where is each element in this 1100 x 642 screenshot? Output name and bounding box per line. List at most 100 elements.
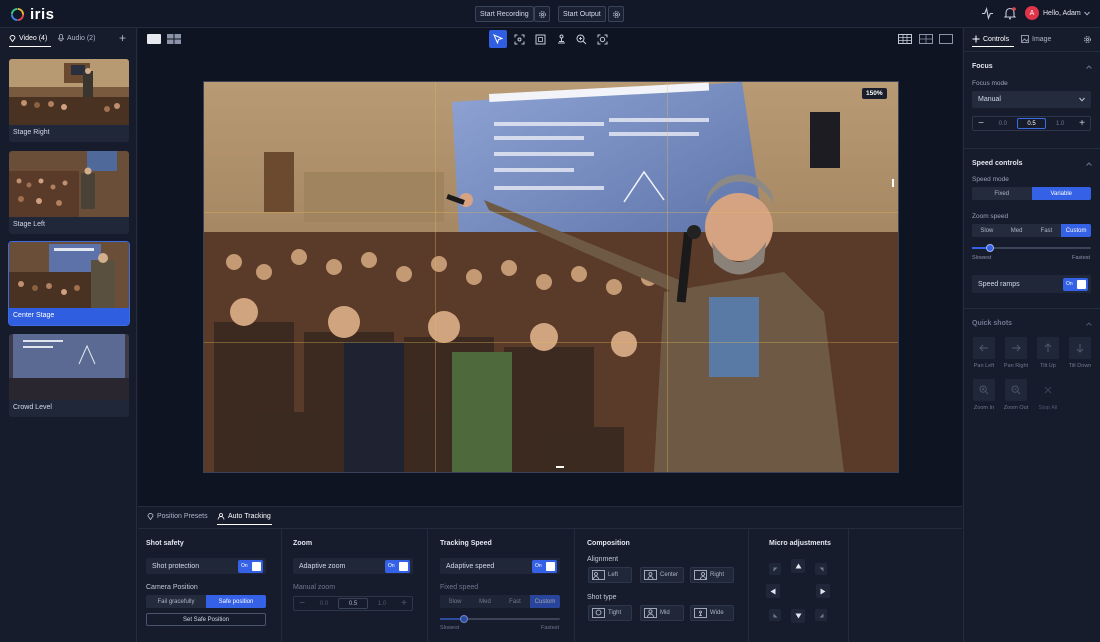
focus-decrement-button[interactable]: − — [973, 118, 989, 129]
layout-table-button[interactable] — [898, 34, 912, 44]
safe-position-option[interactable]: Safe position — [206, 595, 266, 608]
zoom-tool-button[interactable] — [572, 30, 590, 48]
focus-increment-button[interactable]: + — [1074, 118, 1090, 129]
fixed-speed-slow[interactable]: Slow — [440, 595, 470, 608]
micro-up-right-button[interactable] — [815, 563, 827, 575]
source-thumbnail-center-stage[interactable]: Center Stage — [8, 241, 130, 326]
align-center-button[interactable]: Center — [640, 567, 684, 583]
output-settings-button[interactable] — [608, 6, 624, 22]
position-tool-button[interactable] — [552, 30, 570, 48]
quick-zoom-out[interactable]: Zoom Out — [1004, 379, 1028, 411]
notifications-button[interactable] — [1004, 7, 1016, 20]
focus-mode-select[interactable]: Manual — [972, 91, 1091, 108]
slider-thumb[interactable] — [986, 244, 994, 252]
quick-stop-all[interactable]: Stop All — [1036, 379, 1060, 411]
micro-left-button[interactable] — [766, 584, 780, 598]
speed-ramps-toggle[interactable]: On — [1063, 277, 1088, 291]
source-thumbnail-stage-left[interactable]: Stage Left — [9, 151, 129, 234]
tilt-up-button[interactable] — [1037, 337, 1059, 359]
layout-single-button[interactable] — [939, 34, 953, 44]
shot-mid-button[interactable]: Mid — [640, 605, 684, 621]
toggle-on-label: On — [1066, 280, 1073, 287]
focus-value-input[interactable]: 0.5 — [1016, 118, 1047, 129]
micro-right-button[interactable] — [816, 584, 830, 598]
align-right-button[interactable]: Right — [690, 567, 734, 583]
shot-protection-toggle[interactable]: On — [238, 559, 263, 573]
adaptive-speed-toggle[interactable]: On — [532, 559, 557, 573]
chevron-up-icon[interactable] — [1086, 162, 1092, 166]
manual-zoom-increment[interactable]: + — [396, 598, 412, 609]
face-tracking-tool-button[interactable] — [593, 30, 611, 48]
speed-mode-fixed[interactable]: Fixed — [972, 187, 1032, 200]
fixed-speed-med[interactable]: Med — [470, 595, 500, 608]
fail-gracefully-option[interactable]: Fail gracefully — [146, 595, 206, 608]
zoom-speed-fast[interactable]: Fast — [1032, 224, 1062, 237]
tab-audio[interactable]: Audio (2) — [58, 34, 95, 42]
quick-pan-left[interactable]: Pan Left — [972, 337, 996, 369]
select-tool-button[interactable] — [489, 30, 507, 48]
pan-handle[interactable] — [892, 179, 894, 187]
focus-tool-button[interactable] — [510, 30, 528, 48]
zoom-speed-custom[interactable]: Custom — [1061, 224, 1091, 237]
align-left-button[interactable]: Left — [588, 567, 632, 583]
set-safe-position-button[interactable]: Set Safe Position — [146, 613, 266, 626]
micro-down-left-button[interactable] — [769, 609, 781, 621]
zoom-speed-slow[interactable]: Slow — [972, 224, 1002, 237]
recording-settings-button[interactable] — [534, 6, 550, 22]
manual-zoom-decrement[interactable]: − — [294, 598, 310, 609]
zoom-out-button[interactable] — [1005, 379, 1027, 401]
add-source-button[interactable]: + — [119, 31, 126, 45]
zoom-speed-slider[interactable] — [972, 244, 1091, 252]
quick-zoom-in[interactable]: Zoom In — [972, 379, 996, 411]
focus-mode-label: Focus mode — [972, 80, 1008, 87]
tilt-down-button[interactable] — [1069, 337, 1091, 359]
chevron-down-icon[interactable] — [1084, 11, 1090, 16]
tracking-speed-slider[interactable] — [440, 615, 560, 623]
zoom-speed-med[interactable]: Med — [1002, 224, 1032, 237]
layout-quad-button[interactable] — [919, 34, 933, 44]
chevron-up-icon[interactable] — [1086, 65, 1092, 69]
speed-mode-variable[interactable]: Variable — [1031, 187, 1091, 200]
micro-up-button[interactable] — [791, 559, 805, 573]
start-recording-button[interactable]: Start Recording — [475, 6, 534, 22]
activity-button[interactable] — [981, 7, 994, 20]
tab-video[interactable]: Video (4) — [9, 34, 47, 42]
crop-tool-button[interactable] — [531, 30, 549, 48]
source-thumbnail-stage-right[interactable]: Stage Right — [9, 59, 129, 142]
fixed-speed-custom[interactable]: Custom — [530, 595, 560, 608]
tracking-icon — [217, 513, 225, 520]
start-output-button[interactable]: Start Output — [558, 6, 606, 22]
fixed-speed-fast[interactable]: Fast — [500, 595, 530, 608]
pan-right-button[interactable] — [1005, 337, 1027, 359]
grid-view-button[interactable] — [167, 34, 181, 44]
chevron-up-icon[interactable] — [1086, 322, 1092, 326]
micro-down-right-button[interactable] — [815, 609, 827, 621]
frame-left-icon — [592, 570, 605, 580]
avatar[interactable]: A — [1025, 6, 1039, 20]
tab-position-presets[interactable]: Position Presets — [147, 512, 208, 520]
slider-thumb[interactable] — [460, 615, 468, 623]
stop-all-button[interactable] — [1037, 379, 1059, 401]
tab-controls[interactable]: Controls — [972, 35, 1009, 43]
quick-tilt-up[interactable]: Tilt Up — [1036, 337, 1060, 369]
micro-up-left-button[interactable] — [769, 563, 781, 575]
zoom-in-button[interactable] — [973, 379, 995, 401]
shot-wide-button[interactable]: Wide — [690, 605, 734, 621]
quick-tilt-down[interactable]: Tilt Down — [1068, 337, 1092, 369]
crop-icon — [535, 34, 545, 44]
single-view-button[interactable] — [147, 34, 161, 44]
live-preview-frame[interactable]: 150% — [203, 81, 899, 473]
gear-icon[interactable] — [1083, 35, 1092, 44]
quick-pan-right[interactable]: Pan Right — [1004, 337, 1028, 369]
adaptive-zoom-toggle[interactable]: On — [385, 559, 410, 573]
manual-zoom-input[interactable]: 0.5 — [338, 598, 368, 609]
micro-down-button[interactable] — [791, 609, 805, 623]
tab-image[interactable]: Image — [1021, 35, 1051, 43]
user-greeting[interactable]: Hello, Adam — [1043, 10, 1081, 17]
tab-auto-tracking[interactable]: Auto Tracking — [217, 512, 271, 520]
pan-left-button[interactable] — [973, 337, 995, 359]
source-thumbnail-crowd-level[interactable]: Crowd Level — [9, 334, 129, 417]
shot-tight-button[interactable]: Tight — [588, 605, 632, 621]
tilt-handle[interactable] — [556, 466, 564, 468]
align-right-label: Right — [710, 572, 725, 578]
